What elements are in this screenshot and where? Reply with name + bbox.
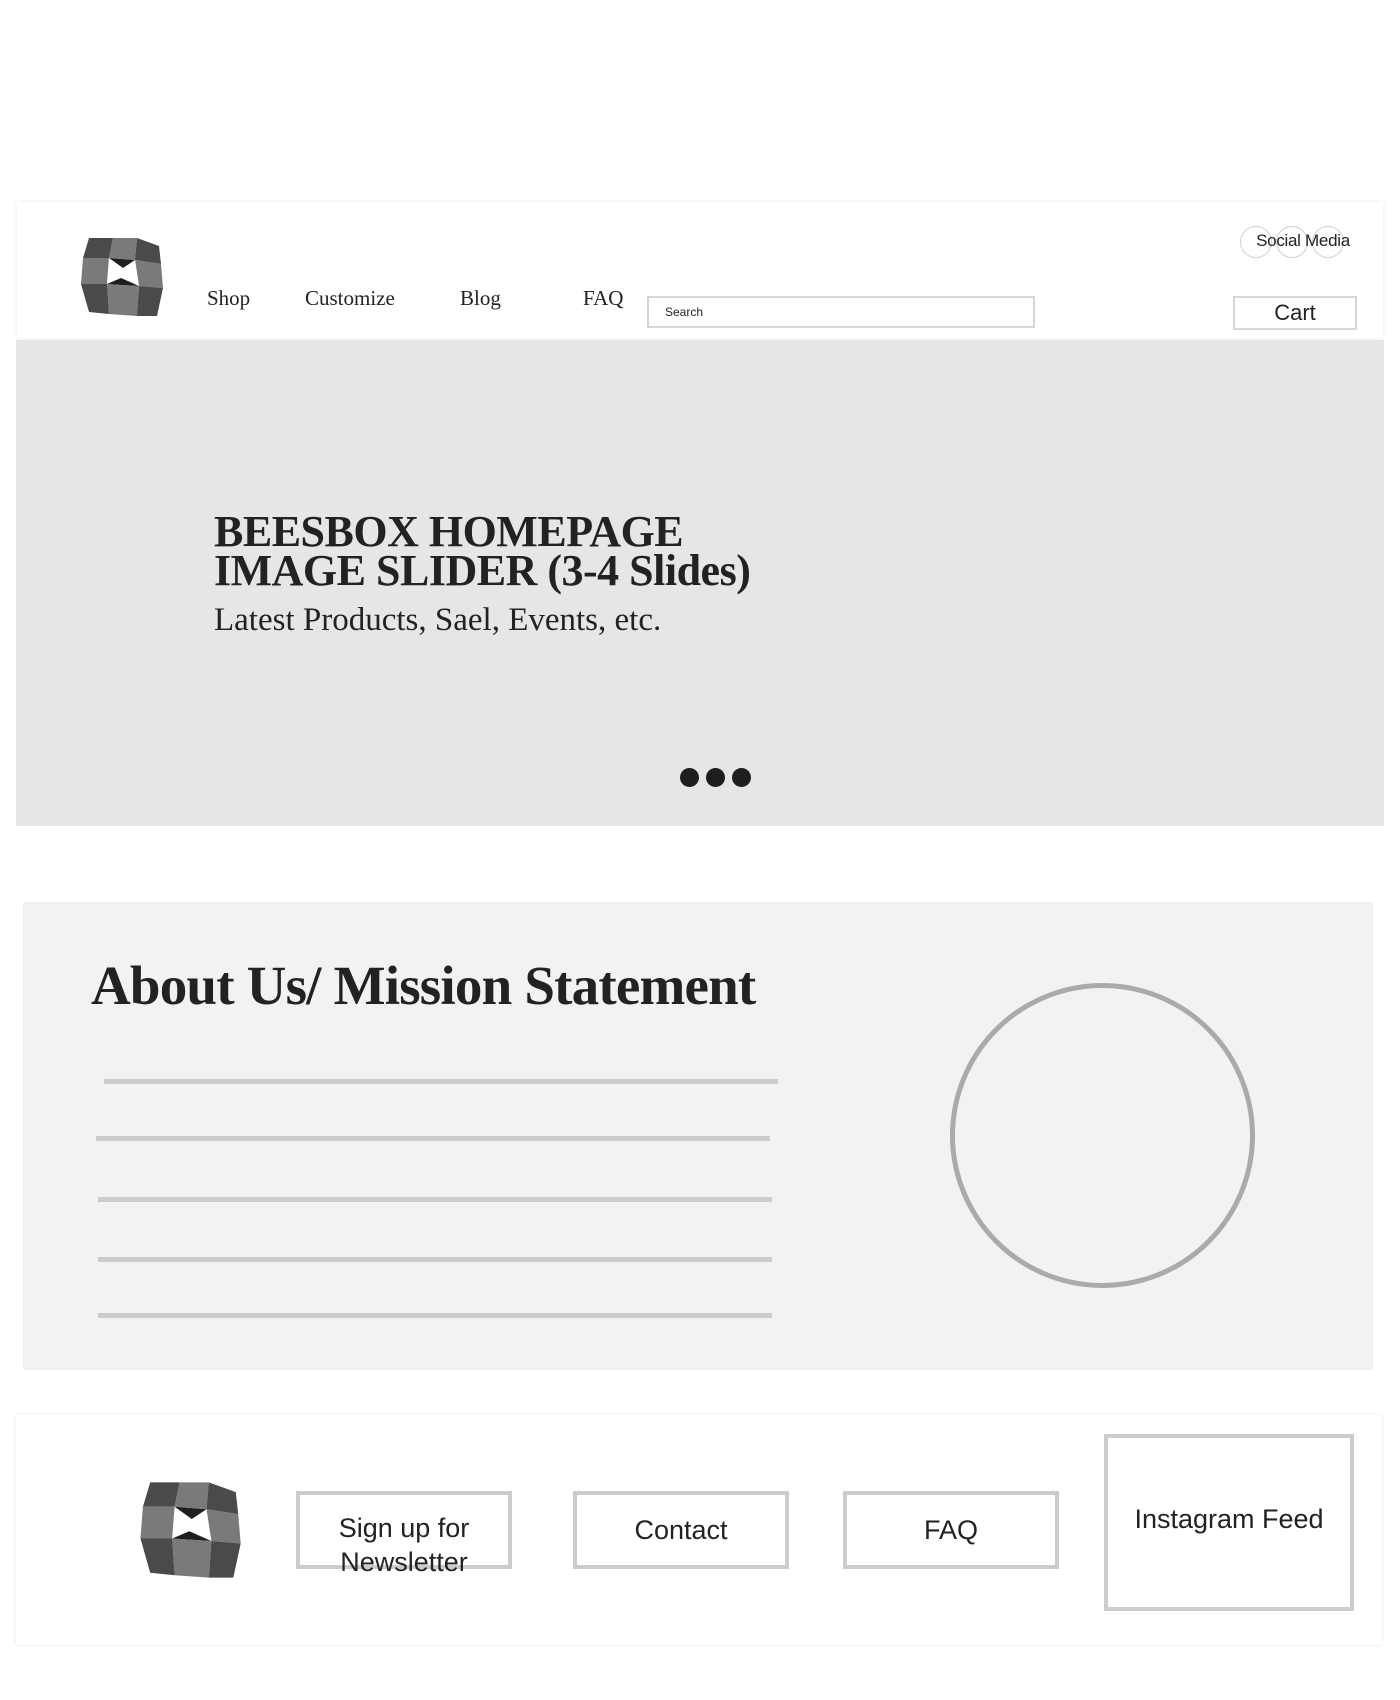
search-input[interactable] [649, 298, 1033, 326]
social-media-label: Social Media [1256, 231, 1350, 250]
newsletter-signup-button[interactable]: Sign up for Newsletter [296, 1491, 512, 1577]
text-placeholder-line [104, 1079, 778, 1084]
instagram-feed[interactable]: Instagram Feed [1104, 1434, 1354, 1611]
image-placeholder-circle [950, 983, 1255, 1288]
text-placeholder-line [98, 1257, 772, 1262]
contact-button[interactable]: Contact [573, 1491, 789, 1569]
about-section: About Us/ Mission Statement [23, 902, 1373, 1370]
text-placeholder-line [98, 1313, 772, 1318]
social-media-links[interactable]: Social Media [1240, 226, 1366, 258]
nav-faq[interactable]: FAQ [583, 286, 623, 311]
text-placeholder-line [96, 1136, 770, 1141]
hero-title: BEESBOX HOMEPAGE IMAGE SLIDER (3-4 Slide… [214, 510, 1014, 595]
hero-title-line: IMAGE SLIDER (3-4 Slides) [214, 546, 751, 595]
cart-button[interactable]: Cart [1233, 296, 1357, 330]
site-header: Shop Customize Blog FAQ Social Media Car… [17, 202, 1383, 338]
newsletter-label-line: Newsletter [340, 1547, 468, 1577]
footer-faq-button[interactable]: FAQ [843, 1491, 1059, 1569]
nav-customize[interactable]: Customize [305, 286, 395, 311]
text-placeholder-line [98, 1197, 772, 1202]
newsletter-label-line: Sign up for [338, 1513, 470, 1543]
footer-logo-icon[interactable] [138, 1475, 248, 1585]
site-footer: Sign up for Newsletter Contact FAQ Insta… [16, 1415, 1382, 1645]
slide-dot[interactable] [732, 768, 751, 787]
hero-slider[interactable]: BEESBOX HOMEPAGE IMAGE SLIDER (3-4 Slide… [16, 340, 1384, 826]
logo-icon[interactable] [79, 232, 169, 322]
nav-shop[interactable]: Shop [207, 286, 250, 311]
slide-dot[interactable] [706, 768, 725, 787]
search-box [647, 296, 1035, 328]
slide-dot[interactable] [680, 768, 699, 787]
hero-subtitle: Latest Products, Sael, Events, etc. [214, 602, 662, 638]
about-title: About Us/ Mission Statement [91, 955, 756, 1016]
nav-blog[interactable]: Blog [460, 286, 501, 311]
